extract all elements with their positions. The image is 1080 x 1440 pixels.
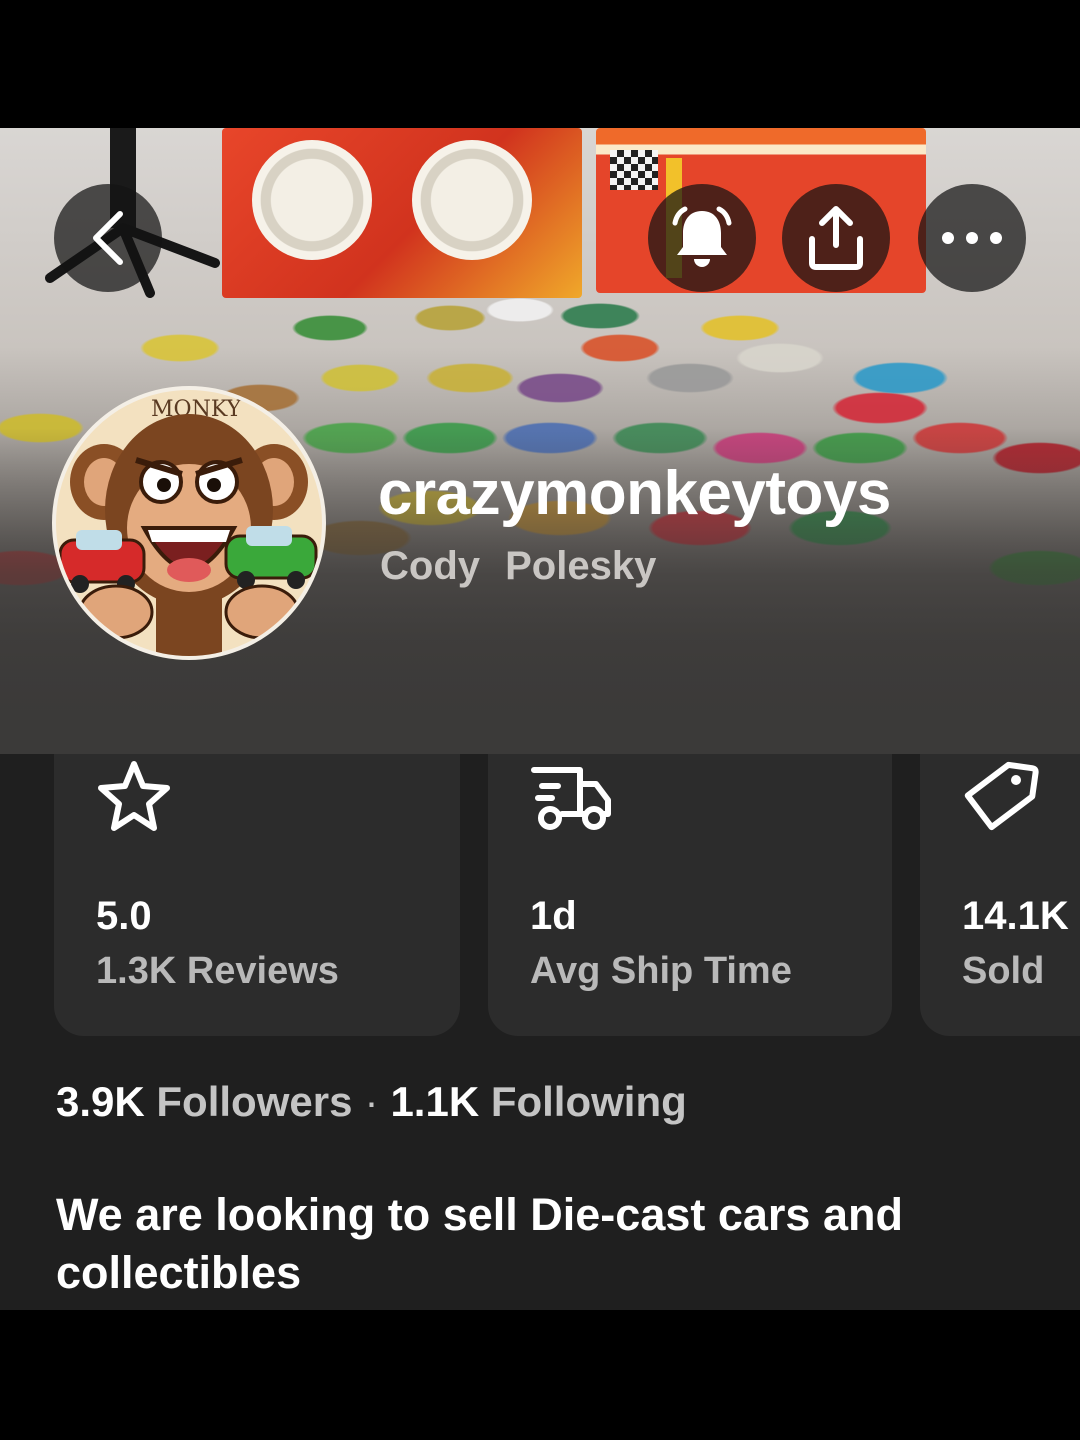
share-icon [809,206,863,270]
sold-count-value: 14.1K [962,894,1069,938]
bell-icon [672,206,732,267]
shipping-card[interactable]: 1d Avg Ship Time [488,754,892,1036]
following-label: Following [490,1078,687,1125]
followers-label: Followers [156,1078,353,1125]
username: crazymonkeytoys [378,459,891,528]
following-link[interactable]: 1.1K Following [390,1078,686,1125]
following-count: 1.1K [390,1078,480,1125]
avatar[interactable]: MONKY [52,386,326,660]
share-button[interactable] [782,184,890,292]
star-icon [98,761,170,831]
tag-icon [964,761,1039,831]
followers-link[interactable]: 3.9K Followers [56,1078,352,1125]
seller-profile-screen: MONKY crazymonkeytoys Cody Polesky 5.0 1… [0,128,1080,1310]
more-options-button[interactable] [918,184,1026,292]
followers-count: 3.9K [56,1078,145,1125]
toy-box-image [222,128,582,298]
follow-stats: 3.9K Followers · 1.1K Following [56,1078,687,1126]
truck-icon [531,767,611,830]
seller-real-name: Cody Polesky [380,544,657,588]
ellipsis-icon [942,232,1002,244]
sold-card[interactable]: 14.1K Sold [920,754,1080,1036]
reviews-count-label: 1.3K Reviews [96,950,339,992]
sold-label: Sold [962,950,1045,992]
rating-card[interactable]: 5.0 1.3K Reviews [54,754,460,1036]
ship-time-value: 1d [530,894,577,938]
rating-value: 5.0 [96,894,152,938]
back-button[interactable] [54,184,162,292]
chevron-left-icon [93,211,123,265]
profile-bio: We are looking to sell Die-cast cars and… [56,1189,903,1298]
monkey-logo-image: MONKY [58,397,318,656]
ship-time-label: Avg Ship Time [530,950,792,992]
notify-button[interactable] [648,184,756,292]
separator-dot: · [364,1078,379,1125]
